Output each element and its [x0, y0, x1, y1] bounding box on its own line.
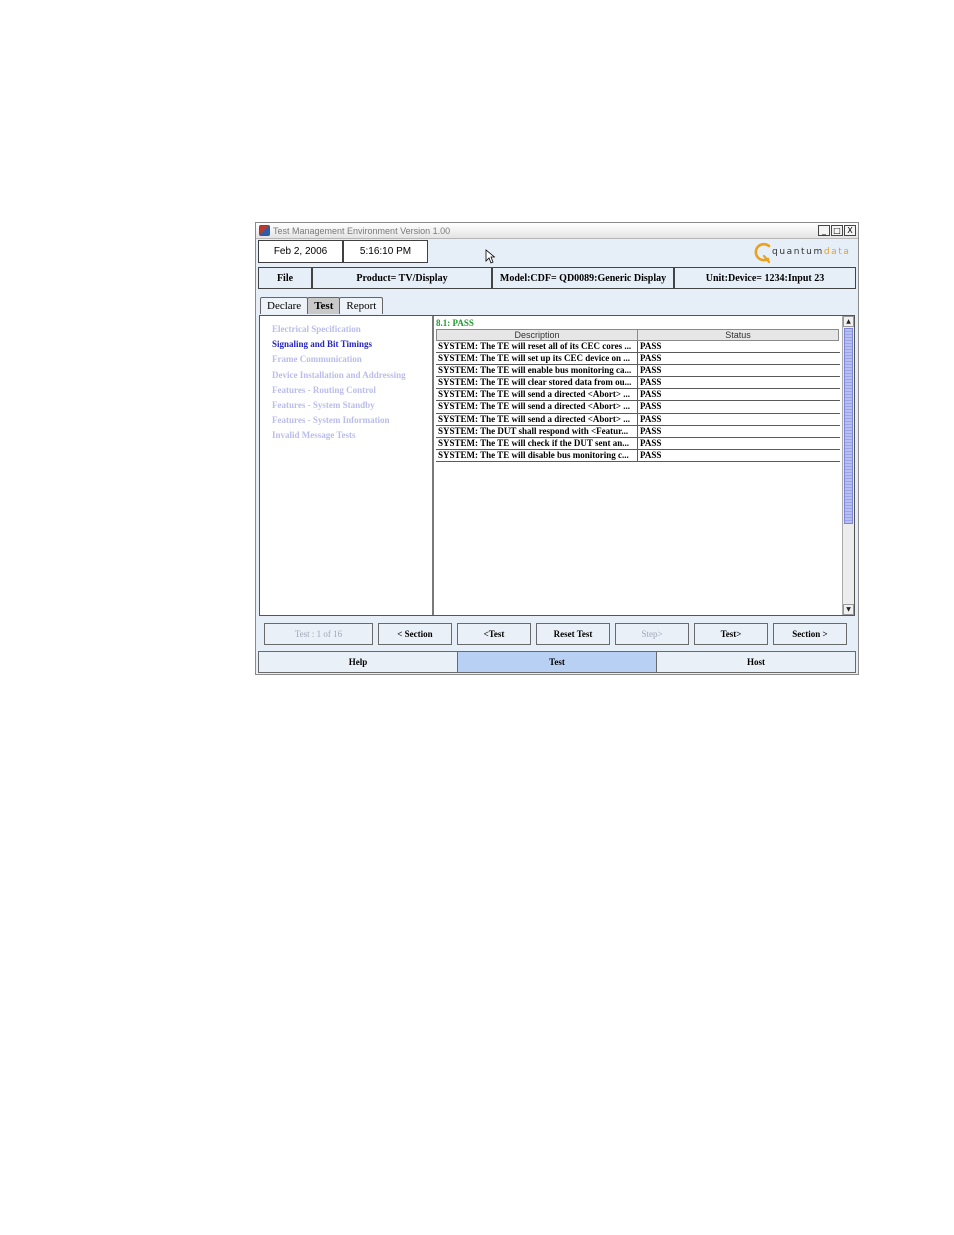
bottom-mode-bar: Help Test Host — [258, 651, 856, 673]
row-description: SYSTEM: The TE will disable bus monitori… — [436, 449, 638, 461]
row-status: PASS — [640, 341, 662, 351]
tab-test[interactable]: Test — [307, 297, 341, 314]
table-row[interactable]: SYSTEM: The TE will disable bus monitori… — [436, 449, 840, 462]
step-button[interactable]: Step> — [615, 623, 689, 645]
row-status: PASS — [640, 425, 662, 436]
results-scrollbar[interactable]: ▲ ▼ — [842, 316, 854, 615]
row-description: SYSTEM: The TE will enable bus monitorin… — [436, 365, 638, 377]
table-row[interactable]: SYSTEM: The DUT shall respond with <Feat… — [436, 425, 840, 438]
mouse-cursor-icon — [485, 249, 495, 264]
prev-test-button[interactable]: <Test — [457, 623, 531, 645]
time-display: 5:16:10 PM — [343, 240, 428, 263]
scroll-down-arrow-icon[interactable]: ▼ — [843, 604, 854, 615]
app-window: Test Management Environment Version 1.00… — [255, 222, 859, 675]
unit-field: Unit:Device= 1234:Input 23 — [674, 267, 856, 289]
prev-section-button[interactable]: < Section — [378, 623, 452, 645]
help-button[interactable]: Help — [258, 651, 458, 673]
tab-report[interactable]: Report — [339, 297, 384, 314]
logo-text: quantumdata — [772, 247, 851, 257]
section-status-label: 8.1: PASS — [436, 318, 474, 328]
main-tabs: Declare Test Report — [260, 297, 384, 315]
row-description: SYSTEM: The TE will send a directed <Abo… — [436, 413, 638, 425]
nav-item-invalid-message[interactable]: Invalid Message Tests — [272, 428, 432, 443]
nav-item-system-information[interactable]: Features - System Information — [272, 413, 432, 428]
host-button[interactable]: Host — [656, 651, 856, 673]
row-status: PASS — [640, 413, 662, 424]
results-panel: 8.1: PASS Description Status SYSTEM: The… — [436, 316, 842, 615]
table-row[interactable]: SYSTEM: The TE will clear stored data fr… — [436, 377, 840, 390]
table-row[interactable]: SYSTEM: The TE will set up its CEC devic… — [436, 353, 840, 366]
date-display: Feb 2, 2006 — [258, 240, 343, 263]
test-content-panel: Electrical Specification Signaling and B… — [259, 315, 855, 616]
product-field: Product= TV/Display — [312, 267, 492, 289]
nav-item-signaling[interactable]: Signaling and Bit Timings — [272, 337, 432, 352]
row-description: SYSTEM: The TE will clear stored data fr… — [436, 377, 638, 389]
table-row[interactable]: SYSTEM: The TE will check if the DUT sen… — [436, 437, 840, 450]
minimize-button[interactable]: _ — [818, 225, 830, 236]
row-status: PASS — [640, 365, 662, 376]
table-row[interactable]: SYSTEM: The TE will send a directed <Abo… — [436, 413, 840, 426]
window-title: Test Management Environment Version 1.00 — [273, 225, 451, 236]
section-nav: Electrical Specification Signaling and B… — [260, 316, 434, 615]
nav-item-system-standby[interactable]: Features - System Standby — [272, 398, 432, 413]
model-field: Model:CDF= QD0089:Generic Display — [492, 267, 674, 289]
test-navigation-buttons: Test : 1 of 16 < Section <Test Reset Tes… — [264, 623, 847, 645]
title-bar[interactable]: Test Management Environment Version 1.00… — [256, 223, 858, 239]
quantumdata-logo: quantumdata — [752, 240, 856, 264]
row-description: SYSTEM: The DUT shall respond with <Feat… — [436, 425, 638, 437]
logo-text-quantum: quantum — [772, 247, 824, 257]
row-status: PASS — [640, 449, 662, 460]
row-status: PASS — [640, 437, 662, 448]
table-row[interactable]: SYSTEM: The TE will reset all of its CEC… — [436, 341, 840, 354]
table-row[interactable]: SYSTEM: The TE will enable bus monitorin… — [436, 365, 840, 378]
test-mode-button[interactable]: Test — [457, 651, 657, 673]
row-description: SYSTEM: The TE will check if the DUT sen… — [436, 437, 638, 449]
test-counter-button[interactable]: Test : 1 of 16 — [264, 623, 373, 645]
maximize-button[interactable]: □ — [831, 225, 843, 236]
nav-item-frame[interactable]: Frame Communication — [272, 352, 432, 367]
logo-text-data: data — [823, 247, 851, 257]
row-description: SYSTEM: The TE will set up its CEC devic… — [436, 353, 638, 365]
nav-item-routing-control[interactable]: Features - Routing Control — [272, 383, 432, 398]
nav-item-electrical[interactable]: Electrical Specification — [272, 322, 432, 337]
file-menu-button[interactable]: File — [258, 267, 312, 289]
scroll-thumb[interactable] — [844, 328, 853, 524]
row-status: PASS — [640, 353, 662, 364]
row-status: PASS — [640, 401, 662, 412]
table-row[interactable]: SYSTEM: The TE will send a directed <Abo… — [436, 389, 840, 402]
column-header-status[interactable]: Status — [637, 329, 839, 341]
tab-declare[interactable]: Declare — [260, 297, 309, 314]
window-controls: _ □ X — [818, 225, 856, 236]
column-header-description[interactable]: Description — [436, 329, 638, 341]
close-button[interactable]: X — [844, 225, 856, 236]
table-row[interactable]: SYSTEM: The TE will send a directed <Abo… — [436, 401, 840, 414]
row-status: PASS — [640, 377, 662, 388]
next-section-button[interactable]: Section > — [773, 623, 847, 645]
row-description: SYSTEM: The TE will reset all of its CEC… — [436, 341, 638, 353]
results-table-body: SYSTEM: The TE will reset all of its CEC… — [436, 341, 840, 462]
next-test-button[interactable]: Test> — [694, 623, 768, 645]
java-app-icon — [259, 225, 270, 236]
nav-item-device-installation[interactable]: Device Installation and Addressing — [272, 368, 432, 383]
results-table-header: Description Status — [436, 329, 840, 341]
logo-q-swoosh-icon — [754, 242, 771, 264]
row-status: PASS — [640, 389, 662, 400]
scroll-up-arrow-icon[interactable]: ▲ — [843, 316, 854, 327]
reset-test-button[interactable]: Reset Test — [536, 623, 610, 645]
row-description: SYSTEM: The TE will send a directed <Abo… — [436, 401, 638, 413]
row-description: SYSTEM: The TE will send a directed <Abo… — [436, 389, 638, 401]
